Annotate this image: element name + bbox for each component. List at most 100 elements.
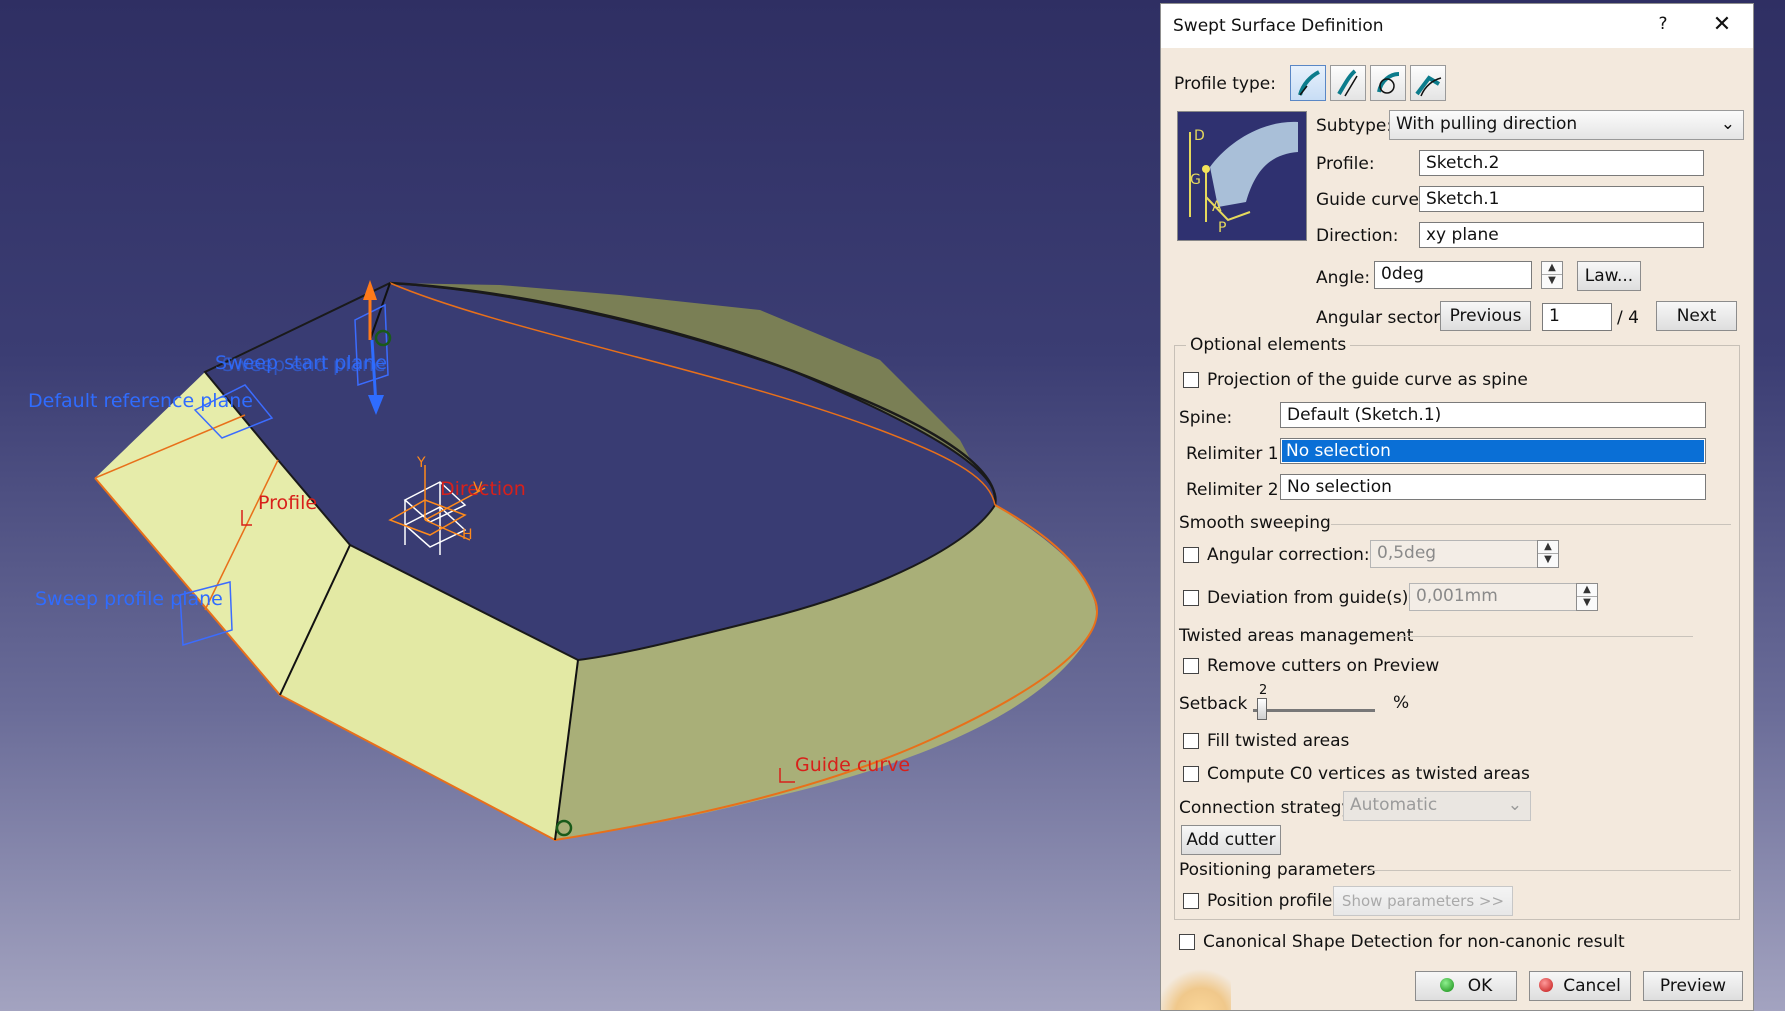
relimiter2-label: Relimiter 2: bbox=[1186, 480, 1285, 500]
profile-type-conic-button[interactable] bbox=[1410, 65, 1446, 101]
cancel-button[interactable]: Cancel bbox=[1529, 971, 1631, 1001]
cancel-icon bbox=[1539, 978, 1554, 992]
deviation-spinner[interactable]: ▲ ▼ bbox=[1576, 583, 1598, 611]
profile-field[interactable]: Sketch.2 bbox=[1419, 150, 1704, 176]
fill-twisted-label: Fill twisted areas bbox=[1207, 731, 1350, 751]
angular-correction-field[interactable]: 0,5deg bbox=[1370, 540, 1538, 568]
smooth-sweeping-divider bbox=[1331, 524, 1731, 525]
setback-slider-thumb[interactable] bbox=[1257, 698, 1267, 720]
dialog-corner-decoration bbox=[1161, 964, 1231, 1010]
add-cutter-button[interactable]: Add cutter bbox=[1181, 825, 1281, 855]
deviation-checkbox[interactable] bbox=[1183, 590, 1199, 606]
ok-icon bbox=[1439, 978, 1454, 992]
smooth-sweeping-title: Smooth sweeping bbox=[1179, 513, 1331, 533]
spin-up-icon[interactable]: ▲ bbox=[1542, 262, 1562, 275]
guide-curve-label: Guide curve: bbox=[1316, 190, 1425, 210]
remove-cutters-checkbox[interactable] bbox=[1183, 658, 1199, 674]
canonical-shape-checkbox[interactable] bbox=[1179, 934, 1195, 950]
relimiter2-field[interactable]: No selection bbox=[1280, 474, 1706, 500]
setback-label: Setback bbox=[1179, 694, 1248, 714]
swept-surface-model[interactable] bbox=[0, 0, 1160, 1011]
angular-correction-spinner[interactable]: ▲ ▼ bbox=[1537, 540, 1559, 568]
relimiter1-label: Relimiter 1: bbox=[1186, 444, 1285, 464]
setback-slider-track[interactable] bbox=[1253, 709, 1375, 712]
preview-button[interactable]: Preview bbox=[1643, 971, 1743, 1001]
projection-spine-label: Projection of the guide curve as spine bbox=[1207, 370, 1528, 390]
diagram-d-label: D bbox=[1194, 128, 1205, 144]
twisted-areas-divider bbox=[1393, 636, 1693, 637]
cancel-label: Cancel bbox=[1563, 976, 1621, 996]
spin-up-icon[interactable]: ▲ bbox=[1538, 541, 1558, 554]
direction-label: Direction: bbox=[1316, 226, 1399, 246]
direction-field[interactable]: xy plane bbox=[1419, 222, 1704, 248]
spin-down-icon[interactable]: ▼ bbox=[1542, 275, 1562, 288]
angular-sector-field[interactable]: 1 bbox=[1542, 303, 1612, 331]
swept-surface-dialog: Swept Surface Definition ? ✕ Profile typ… bbox=[1160, 3, 1754, 1011]
angular-sector-total: / 4 bbox=[1617, 308, 1639, 328]
connection-strategy-dropdown[interactable]: Automatic ⌄ bbox=[1343, 791, 1531, 821]
subtype-illustration: D G A P bbox=[1177, 111, 1307, 241]
position-profile-label: Position profile bbox=[1207, 891, 1333, 911]
setback-unit: % bbox=[1393, 693, 1410, 713]
dialog-title: Swept Surface Definition bbox=[1173, 16, 1384, 36]
explicit-profile-icon bbox=[1298, 70, 1320, 96]
compute-c0-checkbox[interactable] bbox=[1183, 766, 1199, 782]
ok-button[interactable]: OK bbox=[1415, 971, 1517, 1001]
circle-profile-icon bbox=[1377, 72, 1400, 94]
guide-curve-label[interactable]: Guide curve bbox=[795, 754, 910, 776]
compute-c0-label: Compute C0 vertices as twisted areas bbox=[1207, 764, 1530, 784]
3d-viewport[interactable]: Sweep start plane Sweep end plane Defaul… bbox=[0, 0, 1160, 1011]
ok-label: OK bbox=[1467, 976, 1493, 996]
law-button[interactable]: Law... bbox=[1577, 261, 1641, 291]
show-parameters-button[interactable]: Show parameters >> bbox=[1333, 886, 1513, 916]
subtype-label: Subtype: bbox=[1316, 116, 1393, 136]
profile-type-line-button[interactable] bbox=[1330, 65, 1366, 101]
sweep-profile-plane-label[interactable]: Sweep profile plane bbox=[35, 588, 223, 610]
projection-spine-checkbox[interactable] bbox=[1183, 372, 1199, 388]
connection-strategy-value: Automatic bbox=[1350, 795, 1438, 815]
profile-type-circle-button[interactable] bbox=[1370, 65, 1406, 101]
profile-label: Profile: bbox=[1316, 154, 1375, 174]
deviation-label: Deviation from guide(s): bbox=[1207, 588, 1415, 608]
angle-spinner[interactable]: ▲ ▼ bbox=[1541, 261, 1563, 289]
angle-field[interactable]: 0deg bbox=[1374, 261, 1532, 289]
spin-down-icon[interactable]: ▼ bbox=[1538, 554, 1558, 567]
profile-type-explicit-button[interactable] bbox=[1290, 65, 1326, 101]
angle-label: Angle: bbox=[1316, 268, 1371, 288]
sweep-end-plane-label[interactable]: Sweep end plane bbox=[222, 354, 386, 376]
axis-h-label: H bbox=[462, 527, 473, 543]
profile-type-label: Profile type: bbox=[1174, 74, 1276, 94]
guide-curve-field[interactable]: Sketch.1 bbox=[1419, 186, 1704, 212]
canonical-shape-label: Canonical Shape Detection for non-canoni… bbox=[1203, 932, 1625, 952]
subtype-dropdown[interactable]: With pulling direction ⌄ bbox=[1389, 110, 1744, 140]
angular-correction-checkbox[interactable] bbox=[1183, 547, 1199, 563]
chevron-down-icon: ⌄ bbox=[1720, 114, 1735, 134]
next-button[interactable]: Next bbox=[1656, 301, 1737, 331]
spine-field[interactable]: Default (Sketch.1) bbox=[1280, 402, 1706, 428]
twisted-areas-title: Twisted areas management bbox=[1179, 626, 1414, 646]
optional-elements-title: Optional elements bbox=[1186, 335, 1351, 355]
diagram-a-label: A bbox=[1212, 199, 1222, 215]
spin-down-icon[interactable]: ▼ bbox=[1577, 597, 1597, 610]
deviation-field[interactable]: 0,001mm bbox=[1409, 583, 1577, 611]
line-profile-icon bbox=[1337, 69, 1358, 97]
profile-label[interactable]: Profile bbox=[258, 492, 317, 514]
spin-up-icon[interactable]: ▲ bbox=[1577, 584, 1597, 597]
relimiter1-field[interactable]: No selection bbox=[1280, 438, 1706, 464]
subtype-value: With pulling direction bbox=[1396, 114, 1578, 134]
conic-profile-icon bbox=[1415, 75, 1442, 97]
setback-value: 2 bbox=[1259, 683, 1268, 698]
angular-correction-label: Angular correction: bbox=[1207, 545, 1370, 565]
dialog-titlebar[interactable]: Swept Surface Definition ? ✕ bbox=[1161, 4, 1753, 48]
axis-v-label: V bbox=[473, 480, 483, 496]
diagram-p-label: P bbox=[1218, 220, 1227, 236]
angular-sector-label: Angular sector: bbox=[1316, 308, 1446, 328]
relimiter1-value: No selection bbox=[1282, 440, 1704, 462]
default-reference-plane-label[interactable]: Default reference plane bbox=[28, 390, 253, 412]
position-profile-checkbox[interactable] bbox=[1183, 893, 1199, 909]
fill-twisted-checkbox[interactable] bbox=[1183, 733, 1199, 749]
previous-button[interactable]: Previous bbox=[1440, 301, 1531, 331]
help-button[interactable]: ? bbox=[1643, 14, 1683, 42]
close-button[interactable]: ✕ bbox=[1701, 12, 1743, 42]
positioning-divider bbox=[1365, 870, 1731, 871]
